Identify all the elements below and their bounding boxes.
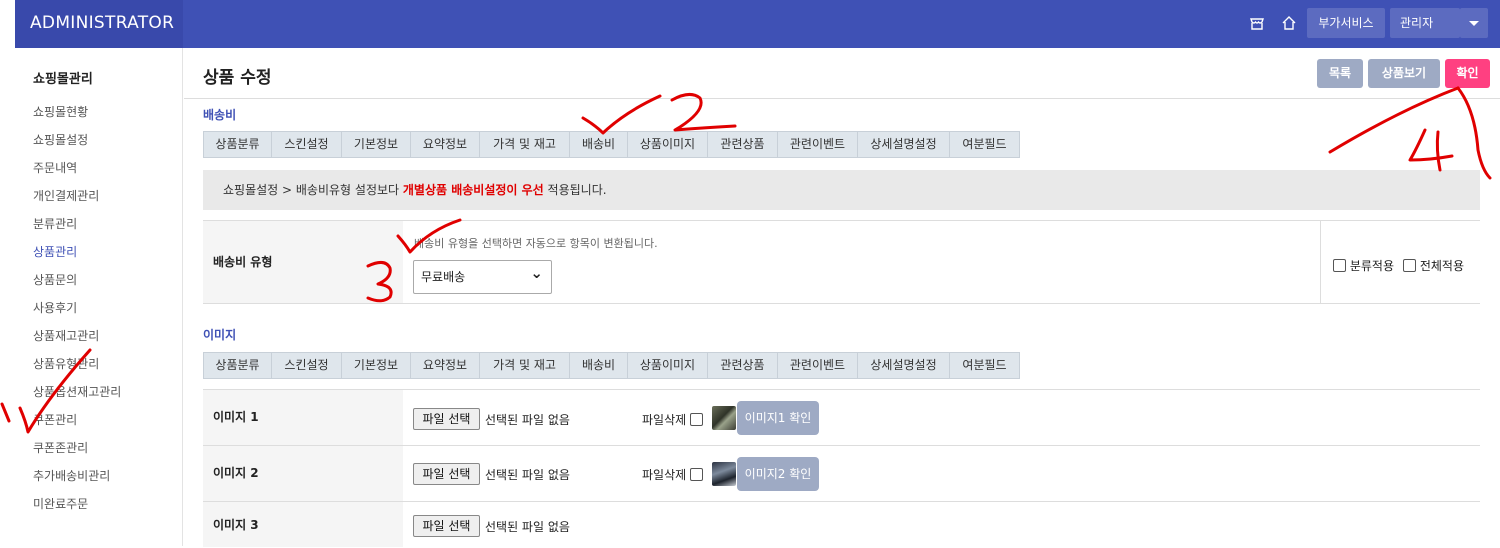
apply-category-option[interactable]: 분류적용 (1333, 257, 1394, 274)
view-product-button[interactable]: 상품보기 (1368, 59, 1440, 88)
apply-all-option[interactable]: 전체적용 (1403, 257, 1464, 274)
admin-brand[interactable]: ADMINISTRATOR (15, 0, 183, 48)
image-1-delete-label: 파일삭제 (642, 413, 687, 427)
sidebar-item-product-types[interactable]: 상품유형관리 (33, 355, 99, 372)
shipping-type-row: 배송비 유형 배송비 유형을 선택하면 자동으로 항목이 변환됩니다. 무료배송… (203, 220, 1480, 304)
sidebar-item-coupon-zone[interactable]: 쿠폰존관리 (33, 439, 88, 456)
tab-basic-info[interactable]: 기본정보 (342, 132, 411, 157)
tab-extra-fields[interactable]: 여분필드 (950, 353, 1019, 378)
shipping-type-label: 배송비 유형 (203, 221, 403, 303)
shipping-notice: 쇼핑몰설정 > 배송비유형 설정보다 개별상품 배송비설정이 우선 적용됩니다. (203, 170, 1480, 210)
image-3-label: 이미지 3 (203, 502, 403, 547)
page-title: 상품 수정 (203, 68, 272, 88)
image-row-2: 이미지 2 파일 선택 선택된 파일 없음 파일삭제 이미지2 확인 (203, 445, 1480, 501)
header-divider (184, 98, 1500, 99)
sidebar-item-products[interactable]: 상품관리 (33, 243, 77, 260)
image-2-file-button[interactable]: 파일 선택 (413, 463, 480, 485)
image-3-file-status: 선택된 파일 없음 (485, 520, 570, 534)
top-bar: ADMINISTRATOR 부가서비스 관리자 (15, 0, 1500, 48)
tab-price-stock[interactable]: 가격 및 재고 (480, 132, 570, 157)
image-2-thumbnail[interactable] (712, 462, 736, 486)
tab-extra-fields[interactable]: 여분필드 (950, 132, 1019, 157)
apply-all-label: 전체적용 (1419, 259, 1464, 273)
image-3-file-button[interactable]: 파일 선택 (413, 515, 480, 537)
sidebar-item-incomplete-orders[interactable]: 미완료주문 (33, 495, 88, 512)
tab-shipping[interactable]: 배송비 (570, 353, 628, 378)
section-tabs-images: 상품분류 스킨설정 기본정보 요약정보 가격 및 재고 배송비 상품이미지 관련… (203, 352, 1020, 379)
shop-icon[interactable] (1248, 14, 1266, 32)
tab-summary[interactable]: 요약정보 (411, 132, 480, 157)
annotation-2-check (581, 94, 662, 135)
image-row-1: 이미지 1 파일 선택 선택된 파일 없음 파일삭제 이미지1 확인 (203, 389, 1480, 445)
annotation-2-digit (670, 93, 737, 132)
image-1-delete-option[interactable]: 파일삭제 (642, 411, 703, 428)
image-1-label: 이미지 1 (203, 390, 403, 445)
shipping-type-value: 무료배송 (421, 270, 466, 284)
sidebar-item-shop-settings[interactable]: 쇼핑몰설정 (33, 131, 88, 148)
tab-shipping[interactable]: 배송비 (570, 132, 628, 157)
notice-highlight: 개별상품 배송비설정이 우선 (402, 183, 544, 197)
image-1-thumbnail[interactable] (712, 406, 736, 430)
shipping-section-title: 배송비 (203, 108, 237, 122)
tab-related-events[interactable]: 관련이벤트 (778, 132, 858, 157)
apply-category-label: 분류적용 (1349, 259, 1394, 273)
tab-related-products[interactable]: 관련상품 (708, 132, 778, 157)
image-2-delete-label: 파일삭제 (642, 468, 687, 482)
addon-service-button[interactable]: 부가서비스 (1307, 8, 1385, 38)
image-1-file-status: 선택된 파일 없음 (485, 413, 570, 427)
image-2-delete-option[interactable]: 파일삭제 (642, 466, 703, 483)
tab-price-stock[interactable]: 가격 및 재고 (480, 353, 570, 378)
admin-dropdown-toggle[interactable] (1460, 8, 1488, 38)
tab-summary[interactable]: 요약정보 (411, 353, 480, 378)
notice-suffix: 적용됩니다. (543, 183, 607, 197)
sidebar-title: 쇼핑몰관리 (33, 72, 93, 87)
shipping-apply-options: 분류적용 전체적용 (1320, 221, 1480, 303)
tab-description-settings[interactable]: 상세설명설정 (858, 132, 950, 157)
shipping-type-select[interactable]: 무료배송 (413, 257, 552, 294)
image-2-label: 이미지 2 (203, 446, 403, 501)
admin-menu-button[interactable]: 관리자 (1390, 8, 1460, 38)
list-button[interactable]: 목록 (1317, 59, 1363, 88)
sidebar-item-reviews[interactable]: 사용후기 (33, 299, 77, 316)
section-tabs-shipping: 상품분류 스킨설정 기본정보 요약정보 가격 및 재고 배송비 상품이미지 관련… (203, 131, 1020, 158)
confirm-button[interactable]: 확인 (1445, 59, 1490, 88)
sidebar-item-extra-shipping[interactable]: 추가배송비관리 (33, 467, 110, 484)
annotation-4-arc (1456, 86, 1492, 180)
sidebar-item-orders[interactable]: 주문내역 (33, 159, 77, 176)
apply-all-checkbox[interactable] (1403, 259, 1416, 272)
sidebar-item-categories[interactable]: 분류관리 (33, 215, 77, 232)
apply-category-checkbox[interactable] (1333, 259, 1346, 272)
notice-prefix: 쇼핑몰설정 > 배송비유형 설정보다 (223, 183, 403, 197)
sidebar-item-product-inquiries[interactable]: 상품문의 (33, 271, 77, 288)
tab-category[interactable]: 상품분류 (204, 353, 272, 378)
tab-skin-settings[interactable]: 스킨설정 (272, 353, 342, 378)
tab-skin-settings[interactable]: 스킨설정 (272, 132, 342, 157)
image-1-confirm-button[interactable]: 이미지1 확인 (737, 401, 819, 435)
tab-category[interactable]: 상품분류 (204, 132, 272, 157)
sidebar-item-coupons[interactable]: 쿠폰관리 (33, 411, 77, 428)
sidebar-item-option-stock[interactable]: 상품옵션재고관리 (33, 383, 121, 400)
annotation-4-digit (1408, 128, 1454, 172)
image-1-delete-checkbox[interactable] (690, 413, 703, 426)
tab-product-images[interactable]: 상품이미지 (628, 353, 708, 378)
image-1-file-button[interactable]: 파일 선택 (413, 408, 480, 430)
image-2-file-status: 선택된 파일 없음 (485, 468, 570, 482)
image-row-3: 이미지 3 파일 선택 선택된 파일 없음 (203, 501, 1480, 547)
tab-product-images[interactable]: 상품이미지 (628, 132, 708, 157)
sidebar: 쇼핑몰관리 쇼핑몰현황 쇼핑몰설정 주문내역 개인결제관리 분류관리 상품관리 … (0, 48, 183, 546)
sidebar-item-shop-status[interactable]: 쇼핑몰현황 (33, 103, 88, 120)
tab-related-events[interactable]: 관련이벤트 (778, 353, 858, 378)
home-icon[interactable] (1280, 14, 1298, 32)
tab-basic-info[interactable]: 기본정보 (342, 353, 411, 378)
sidebar-item-stock[interactable]: 상품재고관리 (33, 327, 99, 344)
tab-description-settings[interactable]: 상세설명설정 (858, 353, 950, 378)
image-2-confirm-button[interactable]: 이미지2 확인 (737, 457, 819, 491)
image-2-delete-checkbox[interactable] (690, 468, 703, 481)
shipping-type-help: 배송비 유형을 선택하면 자동으로 항목이 변환됩니다. (414, 237, 658, 250)
tab-related-products[interactable]: 관련상품 (708, 353, 778, 378)
images-section-title: 이미지 (203, 328, 237, 342)
sidebar-item-personal-payment[interactable]: 개인결제관리 (33, 187, 99, 204)
